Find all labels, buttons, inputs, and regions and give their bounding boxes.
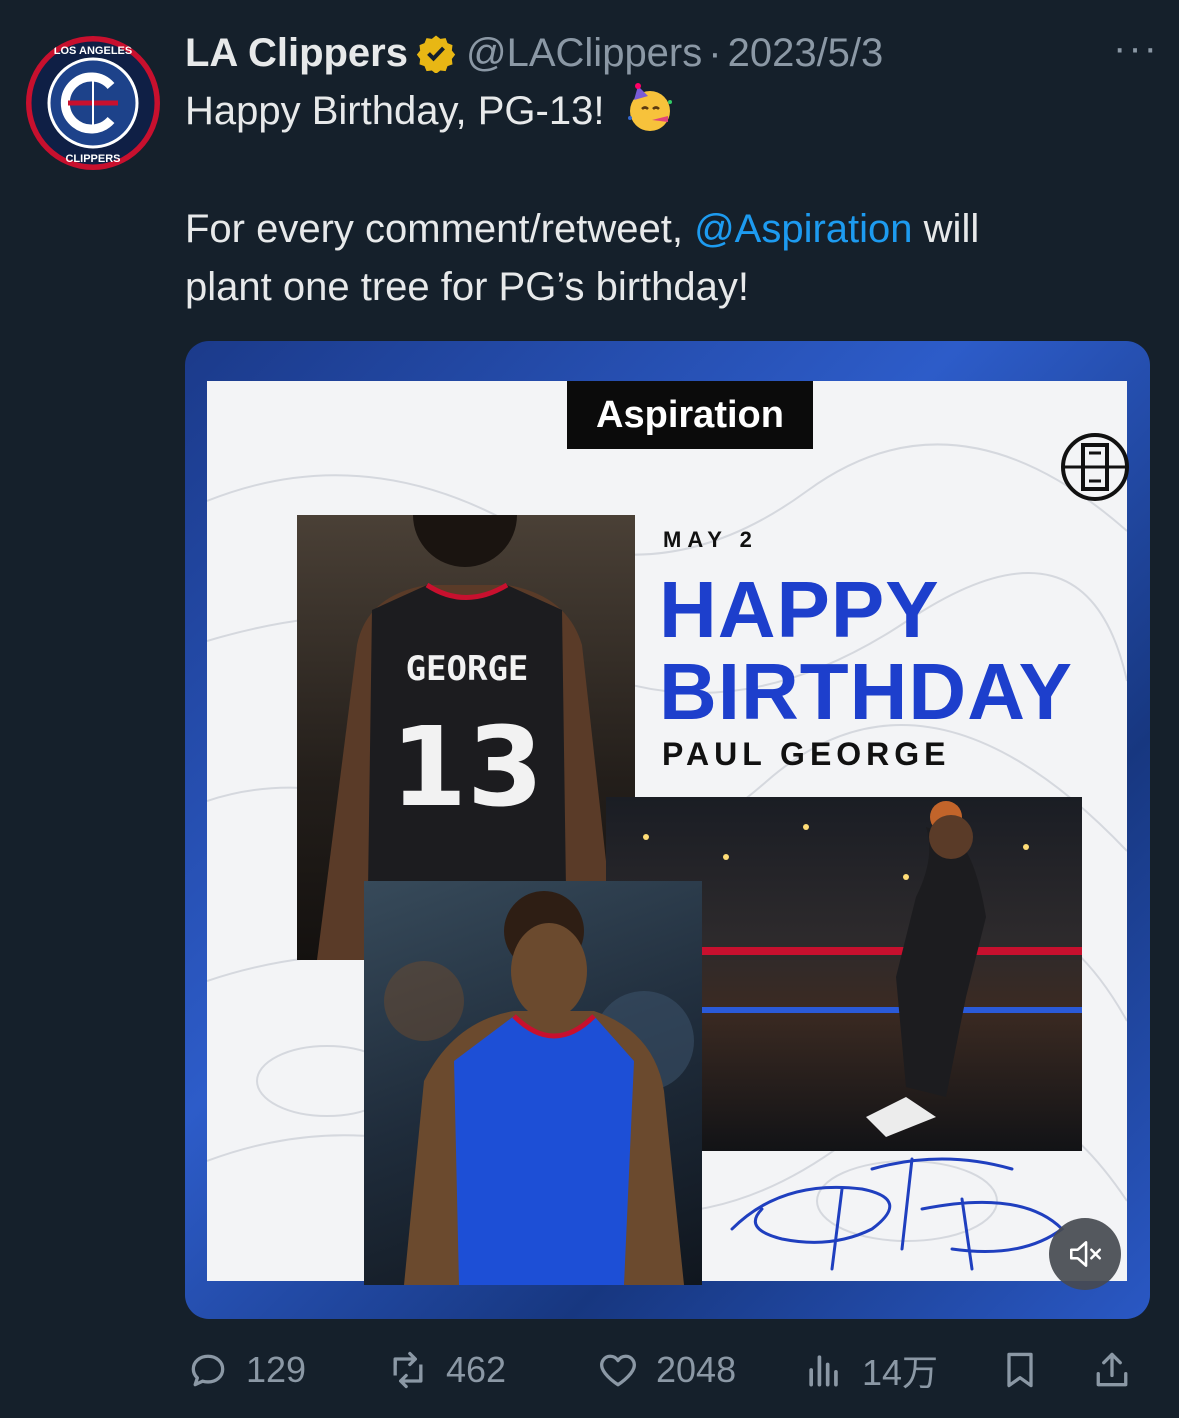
clippers-team-logo-icon xyxy=(1061,433,1129,501)
share-button[interactable] xyxy=(1090,1340,1150,1400)
tweet-header: LA Clippers @LAClippers · 2023/5/3 xyxy=(185,28,883,78)
tweet-text: Happy Birthday, PG-13! xyxy=(185,89,605,133)
tweet-text-line-1: Happy Birthday, PG-13! xyxy=(185,82,676,140)
verified-badge-icon[interactable] xyxy=(416,33,456,73)
retweet-icon xyxy=(393,1351,423,1389)
player-front-photo xyxy=(364,881,702,1285)
tweet-date[interactable]: 2023/5/3 xyxy=(728,31,884,76)
player-name: PAUL GEORGE xyxy=(662,736,951,772)
jersey-number: 13 xyxy=(390,703,543,831)
heart-icon xyxy=(600,1354,636,1387)
author-handle[interactable]: @LAClippers xyxy=(466,31,702,76)
like-button[interactable]: 2048 xyxy=(596,1340,736,1400)
tweet-text-line-3: plant one tree for PG’s birthday! xyxy=(185,265,750,309)
signature-icon xyxy=(730,1157,1065,1271)
avatar-text-top: LOS ANGELES xyxy=(54,45,132,57)
graphic-background: Aspiration MAY 2 HAPPY BIRTHDAY PAUL GEO… xyxy=(207,381,1129,1285)
sponsor-label: Aspiration xyxy=(567,381,813,449)
bookmark-icon xyxy=(1007,1352,1033,1388)
avatar[interactable]: LOS ANGELES CLIPPERS xyxy=(26,36,160,170)
separator-dot: · xyxy=(708,30,722,75)
views-button[interactable]: 14万 xyxy=(802,1340,938,1400)
tweet-text-part: will xyxy=(923,207,980,251)
clippers-logo-icon: LOS ANGELES CLIPPERS xyxy=(26,36,160,170)
tweet-media-video[interactable]: Aspiration MAY 2 HAPPY BIRTHDAY PAUL GEO… xyxy=(185,341,1150,1319)
headline-happy: HAPPY xyxy=(659,565,940,654)
tweet-text-line-2: For every comment/retweet, @Aspiration w… xyxy=(185,200,979,258)
headline: HAPPY BIRTHDAY xyxy=(659,569,1073,733)
reply-icon xyxy=(191,1354,225,1387)
retweet-button[interactable]: 462 xyxy=(386,1340,506,1400)
jersey-name: GEORGE xyxy=(406,649,529,689)
avatar-text-bottom: CLIPPERS xyxy=(65,153,120,165)
tweet-action-bar: 129 462 2048 14万 xyxy=(186,1340,1146,1400)
author-name[interactable]: LA Clippers xyxy=(185,31,408,76)
bookmark-button[interactable] xyxy=(998,1340,1058,1400)
reply-button[interactable]: 129 xyxy=(186,1340,306,1400)
share-icon xyxy=(1096,1352,1128,1387)
like-count: 2048 xyxy=(656,1349,737,1390)
mention-link-aspiration[interactable]: @Aspiration xyxy=(694,207,912,251)
views-chart-icon xyxy=(809,1355,838,1387)
mute-toggle-button[interactable] xyxy=(1049,1218,1121,1290)
speaker-muted-icon xyxy=(1070,1241,1102,1267)
tweet-text-part: For every comment/retweet, xyxy=(185,207,683,251)
retweet-count: 462 xyxy=(446,1349,507,1390)
reply-count: 129 xyxy=(246,1349,307,1390)
headline-birthday: BIRTHDAY xyxy=(659,647,1073,736)
views-count: 14万 xyxy=(862,1352,939,1393)
birthday-date: MAY 2 xyxy=(663,527,758,552)
more-options-icon[interactable]: ··· xyxy=(1113,26,1159,71)
partying-face-icon xyxy=(627,83,672,131)
